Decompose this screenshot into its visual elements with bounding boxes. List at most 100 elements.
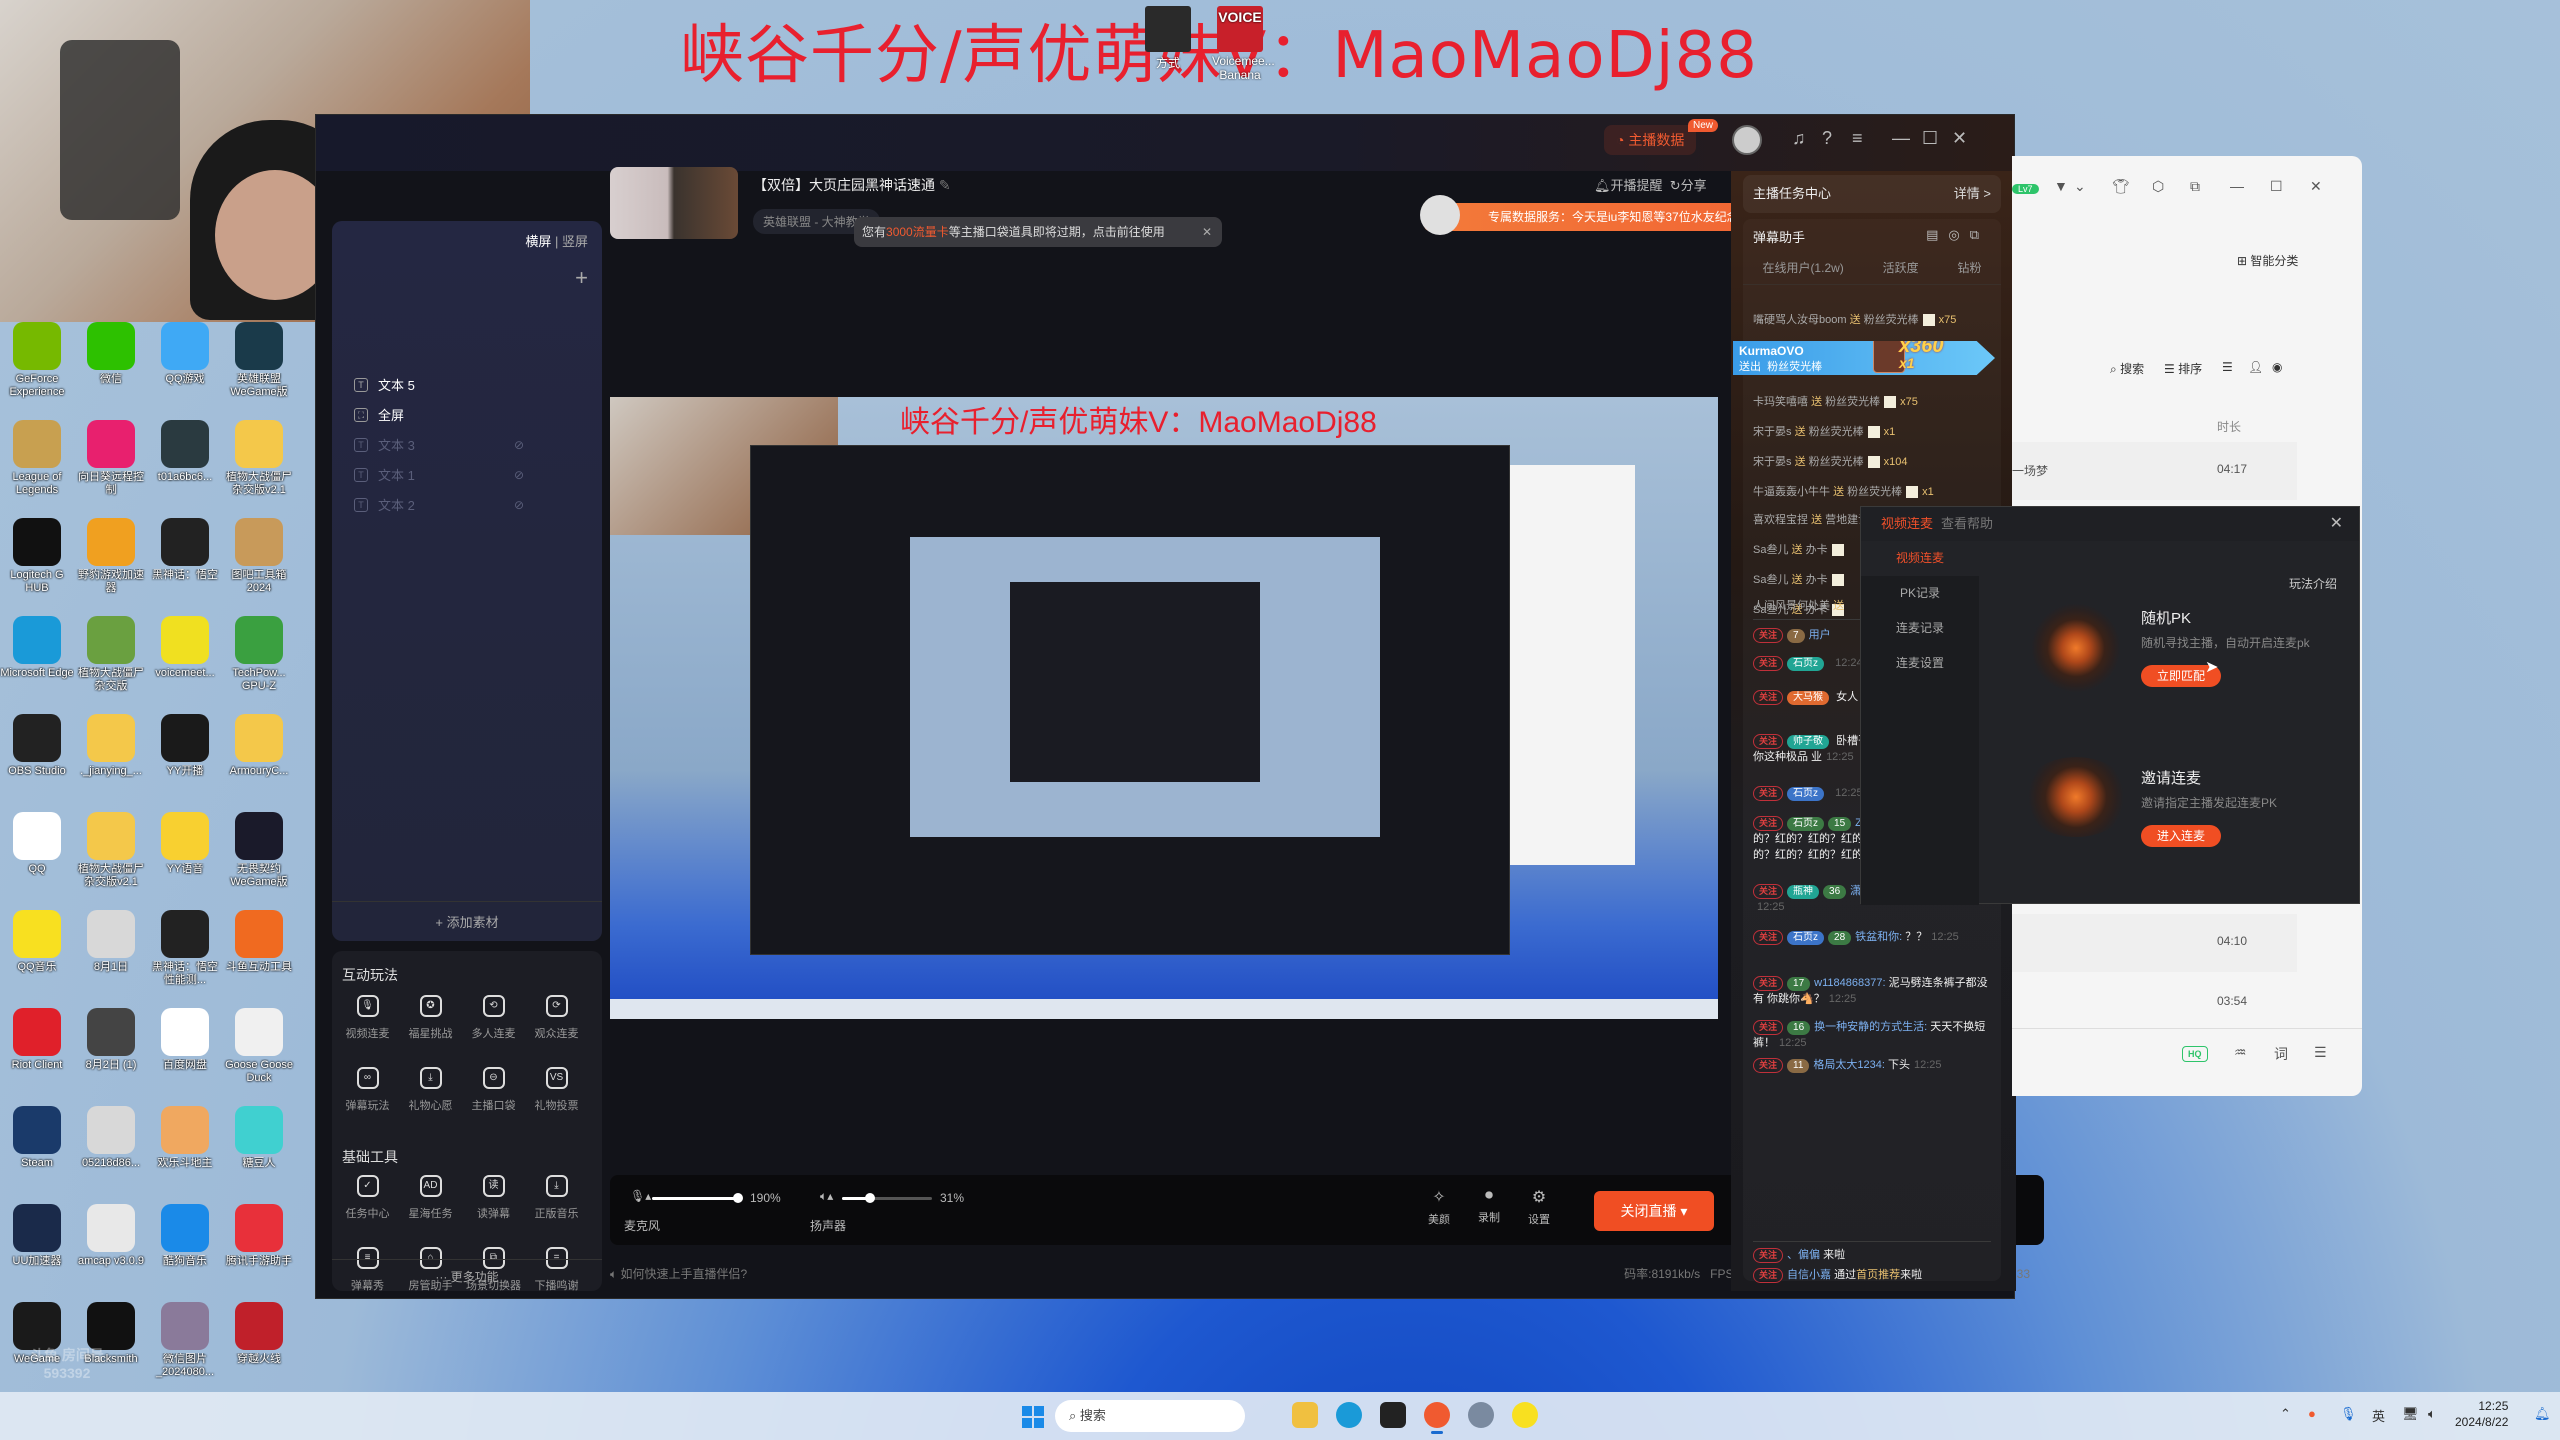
sidebar-item-video-link[interactable]: 视频连麦 [1861,541,1979,576]
record-button[interactable]: ⏺ 录制 [1472,1187,1506,1225]
douyu-companion-icon[interactable] [1424,1402,1450,1434]
tool-item[interactable]: ⊖ 主播口袋 [462,1061,525,1133]
gift-user[interactable]: 人间风景何处美 [1753,600,1830,612]
follow-button[interactable]: 关注 [1753,1248,1784,1263]
close-icon[interactable]: ✕ [1952,129,1967,147]
gift-user[interactable]: 卡玛笑嘻嘻 [1753,396,1808,408]
desktop-icon[interactable]: 向日葵远程控制 [74,420,148,510]
desktop-icon[interactable]: 植物大战僵尸杂交版v2.1 [74,812,148,902]
menu-icon[interactable]: ≡ [1852,129,1863,147]
tool-item[interactable]: AD 星海任务 [399,1169,462,1241]
gift-user[interactable]: 宋于晏s [1753,456,1792,468]
chevron-down-icon[interactable]: ⌄ [2074,178,2086,195]
follow-button[interactable]: 关注 [1753,734,1784,749]
mic-volume-knob[interactable] [732,1193,743,1203]
edit-icon[interactable]: ✎ [939,177,951,193]
desktop-icon[interactable]: Logitech G HUB [0,518,74,608]
add-scene-button[interactable]: + [575,265,588,291]
desktop-icon[interactable]: Goose Goose Duck [222,1008,296,1098]
tool-item[interactable]: VS 礼物投票 [525,1061,588,1133]
desktop-icon[interactable]: League of Legends [0,420,74,510]
taskbar-clock[interactable]: 12:25 2024/8/22 [2455,1398,2508,1430]
task-detail-link[interactable]: 详情 > [1954,175,1991,213]
chat-username[interactable]: w1184868377: [1814,977,1885,989]
desktop-icon[interactable]: voicemeet... [148,616,222,706]
tool-item[interactable]: ✓ 任务中心 [336,1169,399,1241]
song-row[interactable]: 04:10 [2012,914,2297,972]
desktop-icon[interactable]: t01a6bc6... [148,420,222,510]
lyrics-icon[interactable]: 词 [2274,1044,2288,1064]
follow-button[interactable]: 关注 [1753,690,1784,705]
sidebar-item-pk-records[interactable]: PK记录 [1861,576,1979,611]
tool-item[interactable]: ⤓ 正版音乐 [525,1169,588,1241]
follow-button[interactable]: 关注 [1753,816,1784,831]
desktop-icon[interactable]: 05218d86... [74,1106,148,1196]
list-icon[interactable]: ▤ [1926,227,1948,242]
help-icon[interactable]: ? [1822,129,1832,147]
follow-button[interactable]: 关注 [1753,930,1784,945]
maximize-icon[interactable]: ☐ [1922,129,1938,147]
desktop-icon[interactable]: OBS Studio [0,714,74,804]
sound-effect-icon[interactable]: ♒ [2234,1044,2247,1061]
desktop-icon[interactable]: 微信 [74,322,148,412]
chat-username[interactable]: 用户 [1809,629,1831,641]
taskbar-search[interactable]: ⌕ 搜索 [1055,1400,1245,1432]
chat-username[interactable]: 换一种安静的方式生活: [1814,1021,1927,1033]
tool-item[interactable]: ⤓ 礼物心愿 [399,1061,462,1133]
file-explorer-icon[interactable] [1292,1402,1318,1428]
task-center-bar[interactable]: 主播任务中心 详情 > [1743,175,2001,213]
more-features-button[interactable]: ··· 更多功能 [332,1259,602,1285]
speaker-volume-slider[interactable] [842,1193,932,1203]
desktop-icon[interactable]: QQ音乐 [0,910,74,1000]
desktop-icon[interactable]: ArmouryC... [222,714,296,804]
desktop-icon[interactable]: 8月2日 (1) [74,1008,148,1098]
capcut-icon[interactable] [1380,1402,1406,1428]
tab-video-link[interactable]: 视频连麦 [1881,516,1933,531]
qq-music-icon[interactable] [1512,1402,1538,1428]
source-item[interactable]: T 文本 2 ⊘ [354,495,524,514]
desktop-icon[interactable]: GeForce Experience [0,322,74,412]
popout-icon[interactable]: ⧉ [1970,227,1989,242]
desktop-icon[interactable]: Steam [0,1106,74,1196]
notification-bell-icon[interactable]: 🔔︎ [2534,1406,2551,1422]
artist-view-icon[interactable]: 👤︎ [2248,360,2263,374]
gift-user[interactable]: 牛逼轰轰小牛牛 [1753,486,1830,498]
speaker-icon[interactable]: 🔈︎▴ [820,1189,833,1204]
follow-button[interactable]: 关注 [1753,884,1784,899]
mic-volume-slider[interactable] [652,1193,743,1203]
tool-item[interactable]: ⟳ 观众连麦 [525,989,588,1061]
tab-portrait[interactable]: 竖屏 [562,234,588,249]
desktop-icon[interactable]: 糖豆人 [222,1106,296,1196]
settings-icon[interactable]: ◎ [1948,227,1969,242]
share-button[interactable]: ↻分享 [1670,178,1707,193]
close-icon[interactable]: ✕ [2310,178,2322,195]
chat-username[interactable]: 铁盆和你: [1855,931,1902,943]
eye-off-icon[interactable]: ⊘ [514,498,524,512]
edge-icon[interactable] [1336,1402,1362,1428]
tab-landscape[interactable]: 横屏 [525,234,551,249]
mini-mode-icon[interactable]: ⧉ [2190,178,2200,195]
desktop-icon[interactable]: 图吧工具箱2024 [222,518,296,608]
tab-activity[interactable]: 活跃度 [1883,259,1919,276]
list-view-icon[interactable]: ☰ [2222,360,2233,374]
follow-button[interactable]: 关注 [1753,1268,1784,1283]
skin-shirt-icon[interactable]: 👕︎ [2112,178,2130,195]
hq-quality-button[interactable]: HQ [2182,1046,2208,1062]
source-item[interactable]: T 文本 1 ⊘ [354,465,524,484]
tray-douyu-icon[interactable]: ● [2308,1406,2316,1421]
help-link[interactable]: 🔈︎ 如何快速上手直播伴侣? [610,1267,747,1281]
streamer-data-button[interactable]: ◔ 主播数据 [1604,125,1697,155]
desktop-icon[interactable]: 腾讯手游助手 [222,1204,296,1294]
stop-live-button[interactable]: 关闭直播 ▾ [1594,1191,1714,1231]
follow-button[interactable]: 关注 [1753,1020,1784,1035]
sidebar-item-link-records[interactable]: 连麦记录 [1861,611,1979,646]
gift-user[interactable]: Sa叁儿 [1753,544,1788,556]
tray-mic-icon[interactable]: 🎙︎ [2340,1406,2357,1422]
tool-item[interactable]: 🎙︎ 视频连麦 [336,989,399,1061]
search-button[interactable]: ⌕ 搜索 [2110,360,2144,377]
remind-button[interactable]: 🔔︎开播提醒 [1594,178,1663,193]
sort-button[interactable]: ☰ 排序 [2164,360,2202,377]
maximize-icon[interactable]: ☐ [2270,178,2283,195]
desktop-icon[interactable]: 植物大战僵尸杂交版v2.1 [222,420,296,510]
desktop-icon[interactable]: 英雄联盟 WeGame版 [222,322,296,412]
